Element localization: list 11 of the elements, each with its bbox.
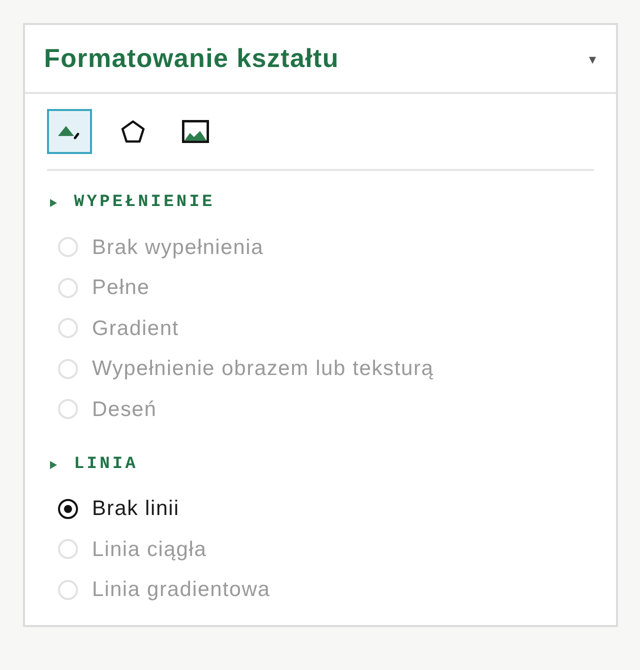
section-heading: LINIA [74, 454, 138, 476]
radio-button[interactable] [58, 498, 78, 519]
fill-tab[interactable] [47, 109, 92, 154]
image-icon [182, 120, 209, 143]
panel-title: Formatowanie kształtu [44, 42, 339, 75]
radio-option[interactable]: Brak linii [47, 488, 594, 529]
triangle-icon [50, 199, 57, 207]
triangle-icon [50, 460, 57, 468]
collapse-button[interactable]: ▾ [589, 52, 596, 66]
section-heading: WYPEŁNIENIE [74, 192, 215, 214]
pentagon-icon [120, 120, 144, 143]
